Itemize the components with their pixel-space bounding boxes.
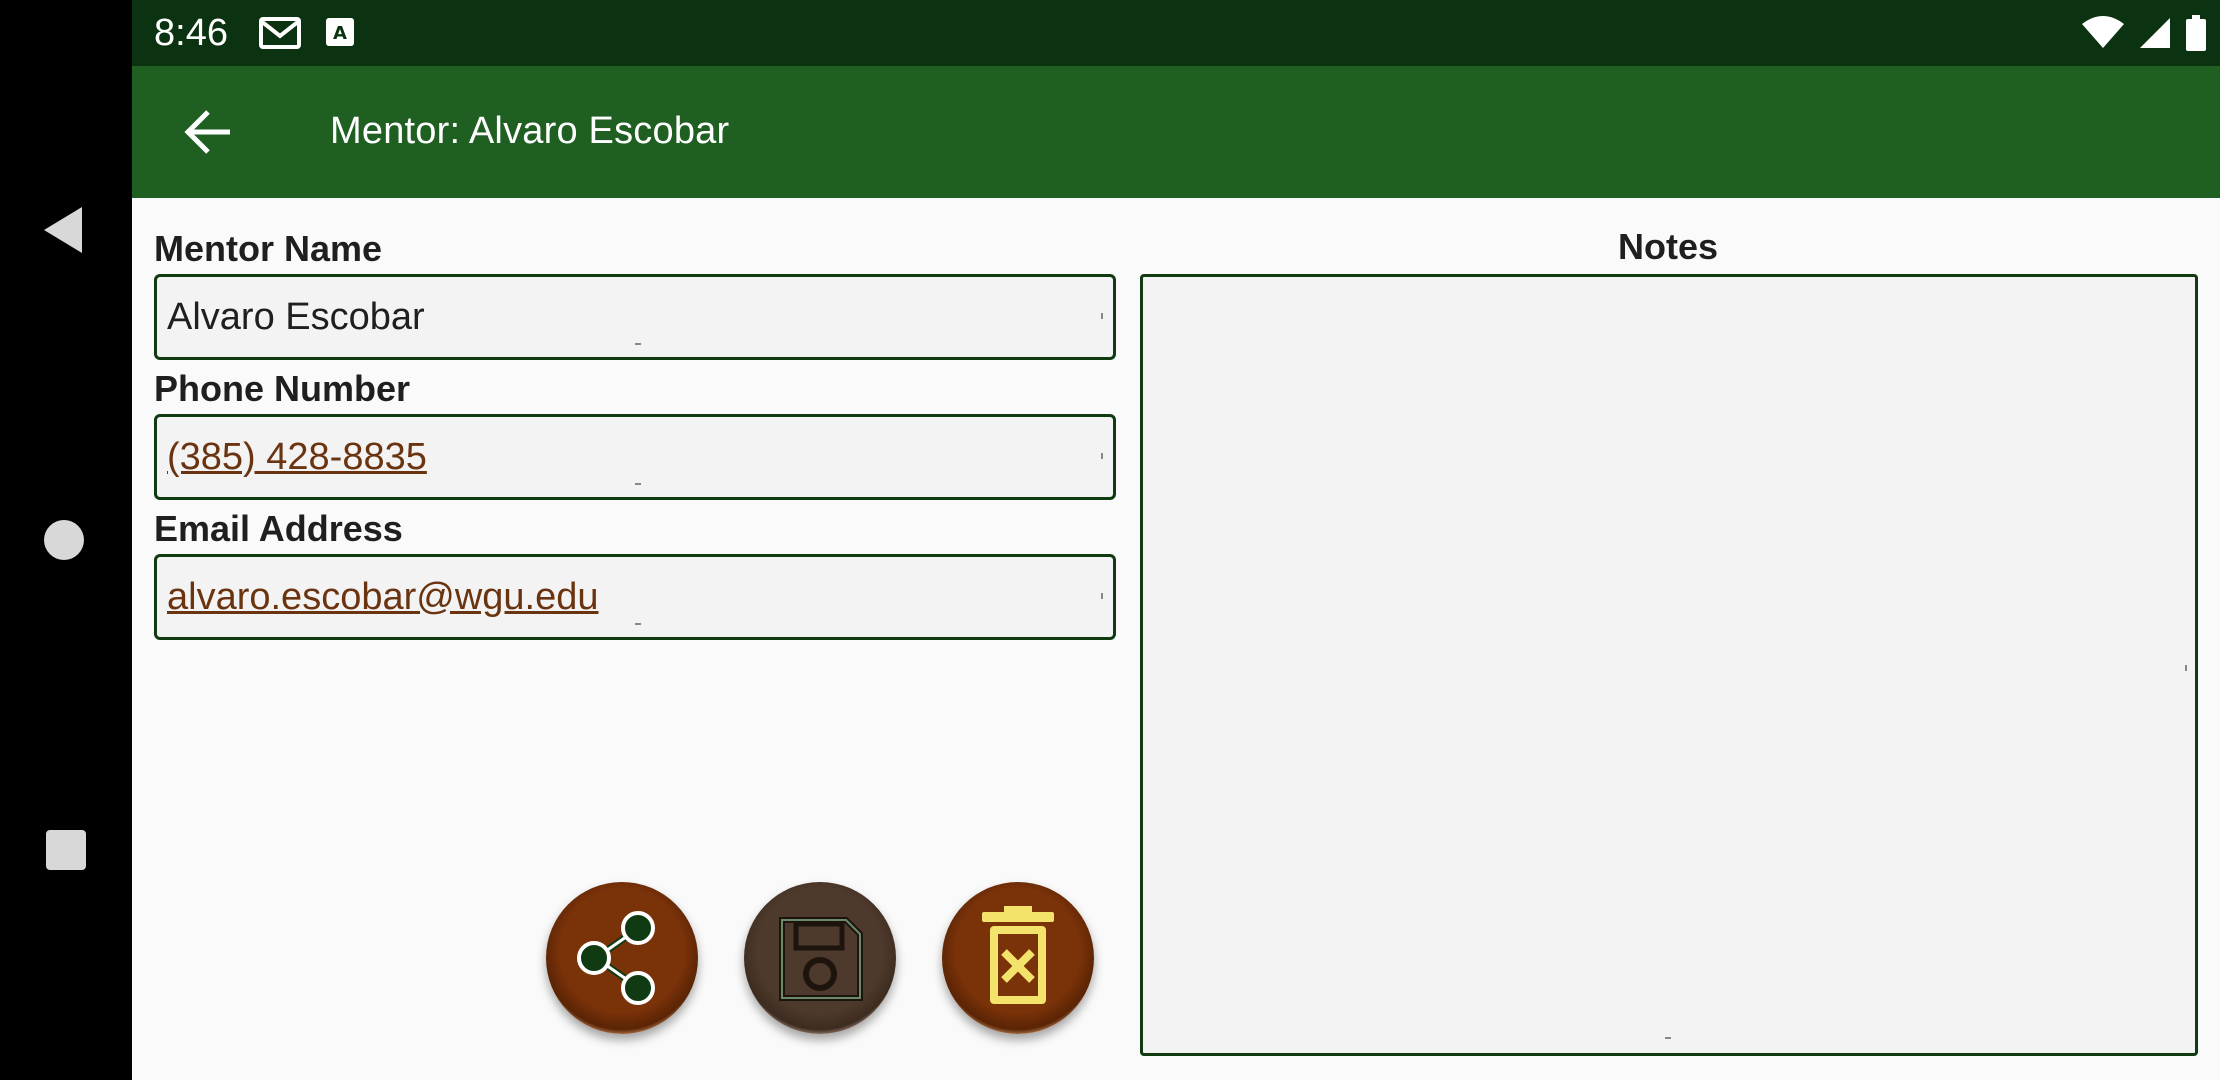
field-tick: [1101, 593, 1103, 599]
app-bar: Mentor: Alvaro Escobar: [132, 66, 2220, 198]
notes-label: Notes: [1618, 226, 1719, 267]
svg-text:A: A: [333, 23, 347, 44]
field-tick: [635, 343, 641, 345]
email-address-link[interactable]: alvaro.escobar@wgu.edu: [167, 576, 599, 619]
nav-recents-icon[interactable]: [46, 830, 86, 870]
notes-textarea[interactable]: [1140, 274, 2198, 1056]
status-time: 8:46: [154, 12, 228, 54]
trash-delete-icon: [982, 906, 1054, 1004]
mentor-name-field[interactable]: Alvaro Escobar: [154, 274, 1116, 360]
status-icons: [2082, 15, 2206, 51]
field-tick: [635, 483, 641, 485]
email-address-field[interactable]: alvaro.escobar@wgu.edu: [154, 554, 1116, 640]
field-tick: [635, 623, 641, 625]
wifi-icon: [2082, 16, 2124, 48]
share-button[interactable]: [546, 882, 698, 1034]
nav-back-icon[interactable]: [42, 205, 86, 255]
mentor-name-value: Alvaro Escobar: [167, 295, 425, 338]
text-a-icon: A: [326, 18, 354, 46]
field-tick: [1101, 453, 1103, 459]
arrow-left-icon[interactable]: [182, 106, 234, 158]
page-title: Mentor: Alvaro Escobar: [330, 110, 730, 152]
save-button[interactable]: [744, 882, 896, 1034]
mentor-detail-form: Mentor Name Alvaro Escobar Phone Number …: [132, 198, 2220, 1080]
email-address-label: Email Address: [154, 508, 403, 549]
battery-icon: [2186, 15, 2206, 51]
save-floppy-icon: [779, 917, 863, 1001]
nav-home-icon[interactable]: [44, 520, 84, 560]
field-tick: [1665, 1037, 1671, 1039]
status-bar: 8:46 A: [132, 0, 2220, 66]
field-tick: [1101, 313, 1103, 319]
phone-number-link[interactable]: (385) 428-8835: [167, 436, 427, 479]
field-tick: [2185, 665, 2187, 671]
delete-button[interactable]: [942, 882, 1094, 1034]
mentor-name-label: Mentor Name: [154, 228, 383, 269]
phone-number-label: Phone Number: [154, 368, 411, 409]
share-icon: [577, 911, 655, 1005]
system-nav-bar: [0, 0, 132, 1080]
gmail-icon: [259, 17, 301, 49]
cell-signal-icon: [2140, 18, 2170, 48]
phone-number-field[interactable]: (385) 428-8835: [154, 414, 1116, 500]
